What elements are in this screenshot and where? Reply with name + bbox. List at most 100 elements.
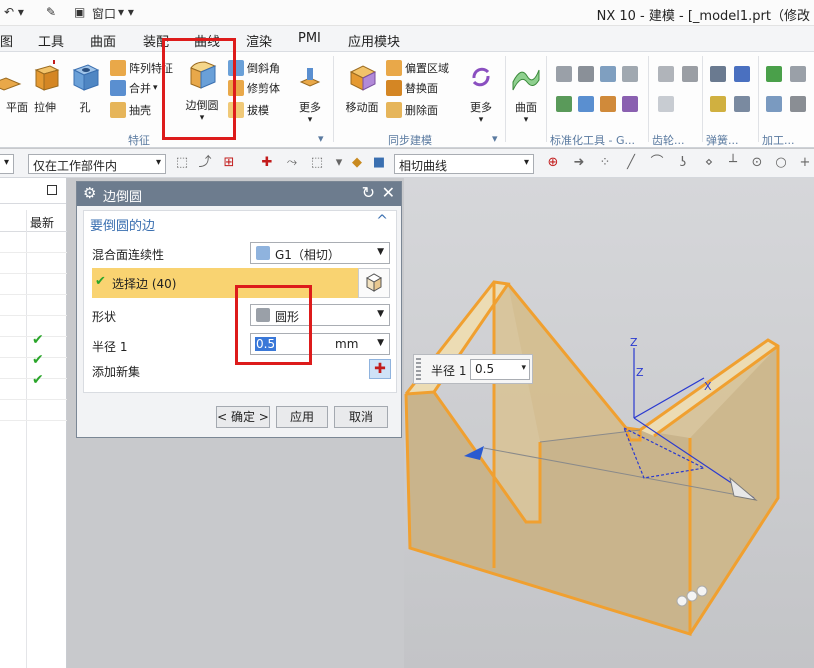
continuity-icon — [256, 246, 270, 260]
surface-button[interactable]: 曲面 ▾ — [501, 60, 551, 125]
cube-icon — [365, 273, 383, 292]
tab-pmi[interactable]: PMI — [298, 31, 321, 46]
navigator-maximize-icon[interactable] — [47, 185, 57, 195]
table-row[interactable] — [0, 274, 67, 295]
shape-label: 形状 — [92, 310, 117, 324]
snap-1-icon[interactable]: ⊕ — [546, 156, 560, 170]
window-menu[interactable]: 窗口 — [92, 5, 116, 22]
tab-application[interactable]: 应用模块 — [348, 31, 400, 50]
group-sync-expand-icon[interactable]: ▾ — [492, 132, 498, 145]
graphics-viewport[interactable]: Z Z X — [404, 178, 814, 668]
machining-tool-2-icon[interactable] — [790, 66, 806, 82]
machining-tool-1-icon[interactable] — [766, 66, 782, 82]
reset-icon[interactable]: ↻ — [362, 183, 375, 202]
tab-surface[interactable]: 曲面 — [90, 31, 116, 50]
gear-tool-1-icon[interactable] — [658, 66, 674, 82]
quick-access-edit-icon[interactable]: ✎ — [46, 5, 56, 19]
shell-icon — [110, 102, 126, 118]
replace-face-button[interactable]: 替换面 — [386, 78, 438, 98]
std-tool-6-icon[interactable] — [578, 96, 594, 112]
gear-icon[interactable]: ⚙ — [83, 184, 96, 202]
radius-unit[interactable]: mm — [335, 337, 358, 351]
column-latest[interactable]: 最新 — [30, 214, 54, 231]
spring-tool-3-icon[interactable] — [710, 96, 726, 112]
collapse-caret-icon[interactable]: ^ — [376, 213, 388, 229]
rect-select-chevron-icon[interactable]: ▾ — [332, 156, 346, 170]
select-cursor-icon[interactable]: ✚ — [260, 156, 274, 170]
table-row[interactable] — [0, 253, 67, 274]
snap-4-icon[interactable]: ╱ — [624, 156, 638, 170]
tab-render[interactable]: 渲染 — [246, 31, 272, 50]
refresh-icon — [472, 67, 490, 87]
snap-point-icon[interactable]: ⊞ — [222, 156, 236, 170]
snap-3-icon[interactable]: ⁘ — [598, 156, 612, 170]
snap-10-icon[interactable]: ○ — [774, 156, 788, 170]
selection-tool-1-icon[interactable]: ⬚ — [175, 156, 189, 170]
std-tool-4-icon[interactable] — [622, 66, 638, 82]
hole-icon — [72, 64, 100, 91]
select-feature-icon[interactable]: ◆ — [350, 156, 364, 170]
continuity-dropdown[interactable]: G1（相切） ▼ — [250, 242, 390, 264]
spring-tool-2-icon[interactable] — [734, 66, 750, 82]
drag-handle-icon[interactable] — [416, 358, 421, 380]
table-row[interactable] — [0, 232, 67, 253]
add-new-set-button[interactable]: ✚ — [369, 359, 391, 379]
snap-5-icon[interactable]: ⌒ — [650, 156, 664, 170]
filter-combo-cut[interactable]: ▾ — [0, 154, 14, 174]
group-feature-label: 特征 — [128, 134, 150, 147]
continuity-label: 混合面连续性 — [92, 248, 165, 262]
quick-access-undo-icon[interactable]: ↶ ▾ — [4, 5, 24, 19]
rect-select-icon[interactable]: ⬚ — [310, 156, 324, 170]
apply-button[interactable]: 应用 — [276, 406, 328, 428]
window-icon[interactable]: ▣ — [74, 5, 85, 19]
std-tool-7-icon[interactable] — [600, 96, 616, 112]
ok-button[interactable]: < 确定 > — [216, 406, 270, 428]
selection-tool-3-icon[interactable]: ⤳ — [285, 156, 299, 170]
shell-button[interactable]: 抽壳 — [110, 100, 151, 120]
dialog-title-bar[interactable]: ⚙ 边倒圆 ↻ ✕ — [77, 182, 401, 206]
window-title: NX 10 - 建模 - [_model1.prt（修改 — [596, 9, 810, 24]
move-face-button[interactable]: 移动面 — [337, 60, 387, 115]
gear-tool-2-icon[interactable] — [682, 66, 698, 82]
machining-tool-4-icon[interactable] — [790, 96, 806, 112]
group-feature-expand-icon[interactable]: ▾ — [318, 132, 324, 145]
snap-7-icon[interactable]: ⋄ — [702, 156, 716, 170]
offset-region-button[interactable]: 偏置区域 — [386, 58, 449, 78]
snap-6-icon[interactable]: ʖ — [676, 156, 690, 170]
unite-button[interactable]: 合并 ▾ — [110, 78, 158, 98]
gear-tool-3-icon[interactable] — [658, 96, 674, 112]
snap-8-icon[interactable]: ┴ — [726, 156, 740, 170]
hole-button[interactable]: 孔 — [60, 60, 110, 115]
select-edge-cube-button[interactable] — [358, 268, 390, 298]
tab-tools[interactable]: 工具 — [38, 31, 64, 50]
std-tool-3-icon[interactable] — [600, 66, 616, 82]
std-tool-2-icon[interactable] — [578, 66, 594, 82]
tab-view[interactable]: 图 — [0, 31, 13, 50]
select-body-icon[interactable]: ■ — [372, 156, 386, 170]
spring-tool-4-icon[interactable] — [734, 96, 750, 112]
spring-tool-1-icon[interactable] — [710, 66, 726, 82]
selection-tool-2-icon[interactable]: ⤴ — [198, 156, 212, 170]
part-navigator: 最新 ✔ ✔ ✔ — [0, 178, 67, 668]
curve-rule-combo[interactable]: 相切曲线 ▾ — [394, 154, 534, 174]
machining-tool-3-icon[interactable] — [766, 96, 782, 112]
std-tool-5-icon[interactable] — [556, 96, 572, 112]
std-tool-1-icon[interactable] — [556, 66, 572, 82]
onscreen-radius-input[interactable]: 半径 1 0.5 ▾ — [413, 354, 533, 384]
svg-text:Z: Z — [636, 366, 644, 379]
delete-face-button[interactable]: 删除面 — [386, 100, 438, 120]
table-row[interactable] — [0, 295, 67, 316]
table-row[interactable] — [0, 400, 67, 421]
more-feature-button[interactable]: 更多 ▾ — [285, 60, 335, 125]
window-menu-chevron-icon[interactable]: ▾ ▾ — [118, 5, 134, 19]
close-icon[interactable]: ✕ — [382, 183, 395, 202]
more-sync-button[interactable]: 更多 ▾ — [456, 60, 506, 125]
std-tool-8-icon[interactable] — [622, 96, 638, 112]
cancel-button[interactable]: 取消 — [334, 406, 388, 428]
snap-2-icon[interactable]: ➜ — [572, 156, 586, 170]
onscreen-radius-field[interactable]: 0.5 ▾ — [470, 359, 530, 380]
snap-11-icon[interactable]: + — [798, 156, 812, 170]
selection-scope-combo[interactable]: 仅在工作部件内 ▾ — [28, 154, 166, 174]
section-title[interactable]: 要倒圆的边 — [90, 215, 155, 234]
snap-9-icon[interactable]: ⊙ — [750, 156, 764, 170]
